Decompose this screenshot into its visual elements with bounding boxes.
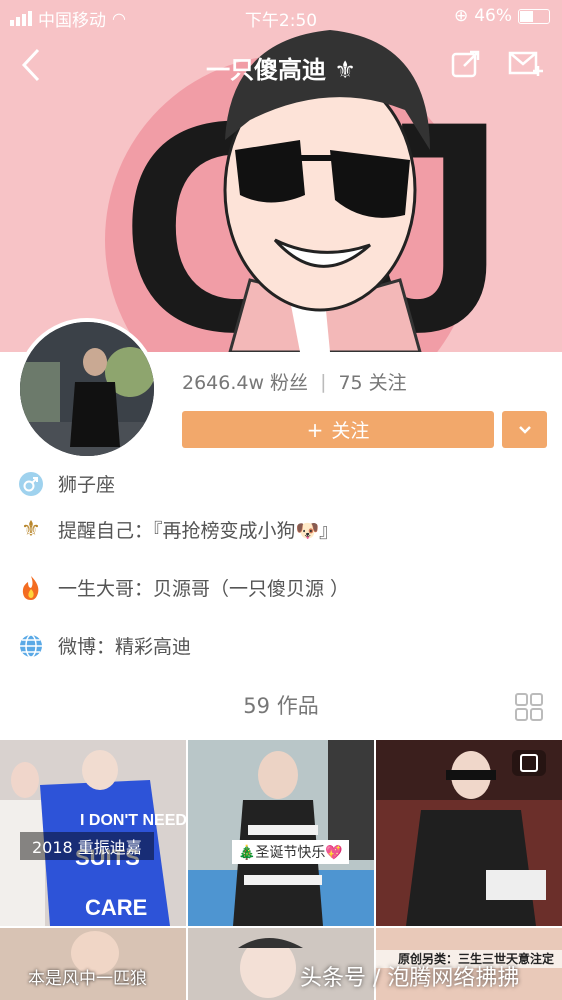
zodiac-label: 狮子座 <box>58 474 116 496</box>
profile-stats: 2646.4w 粉丝 | 75 关注 <box>182 368 407 395</box>
thumbnail-image <box>188 740 374 926</box>
avatar[interactable] <box>16 318 158 460</box>
fire-icon <box>18 575 44 601</box>
bio-line-2: 一生大哥：贝源哥（一只傻贝源 ） <box>18 574 349 601</box>
svg-text:I DON'T NEED: I DON'T NEED <box>80 812 186 829</box>
navigation-bar: 一只傻高迪 ⚜ <box>0 36 562 92</box>
bio-text-1: 提醒自己：『再抢榜变成小狗🐶』 <box>58 520 339 542</box>
share-icon <box>451 50 480 78</box>
video-thumbnail[interactable] <box>376 740 562 926</box>
globe-icon <box>18 633 44 659</box>
grid-view-button[interactable] <box>514 692 544 722</box>
bio-line-1: ⚜ 提醒自己：『再抢榜变成小狗🐶』 <box>18 516 338 543</box>
bio-line-3: 微博：精彩高迪 <box>18 632 191 659</box>
video-caption: 本是风中一匹狼 <box>28 969 147 989</box>
battery-percent: 46% <box>474 6 512 26</box>
video-caption: 2018 重振迪嘉 <box>20 832 154 860</box>
male-gender-icon <box>18 471 44 497</box>
watermark: 头条号 / 泡腾网络拂拂 <box>300 966 520 991</box>
works-count: 59 作品 <box>243 694 319 718</box>
battery-icon <box>518 8 550 24</box>
grid-icon <box>515 693 543 721</box>
plus-icon: + <box>306 417 324 442</box>
lock-rotation-icon: ⊕ <box>453 6 469 26</box>
zodiac-row: 狮子座 <box>18 470 115 497</box>
follow-button[interactable]: + 关注 <box>182 411 494 448</box>
following-count[interactable]: 75 关注 <box>338 368 406 395</box>
share-button[interactable] <box>450 48 482 80</box>
followers-count[interactable]: 2646.4w 粉丝 <box>182 368 308 395</box>
avatar-photo <box>20 322 154 456</box>
fleur-de-lis-icon: ⚜ <box>21 517 41 542</box>
message-button[interactable] <box>508 48 544 80</box>
chevron-down-icon <box>518 425 531 434</box>
recommend-dropdown-button[interactable] <box>502 411 547 448</box>
svg-text:CARE: CARE <box>85 895 147 920</box>
mail-icon <box>508 51 543 76</box>
multi-image-icon <box>512 750 546 776</box>
stats-divider: | <box>320 370 327 393</box>
bio-text-2: 一生大哥：贝源哥（一只傻贝源 ） <box>58 578 350 600</box>
status-bar: 中国移动 ◠ 下午2:50 ⊕ 46% <box>0 0 562 32</box>
video-thumbnail[interactable]: 🎄圣诞节快乐💖 <box>188 740 374 926</box>
bio-text-3: 微博：精彩高迪 <box>58 636 192 658</box>
video-caption: 🎄圣诞节快乐💖 <box>232 840 349 864</box>
video-thumbnail[interactable]: 本是风中一匹狼 <box>0 928 186 1000</box>
follow-button-label: 关注 <box>331 420 370 442</box>
video-thumbnail[interactable]: I DON'T NEED SUITS CARE 2018 重振迪嘉 <box>0 740 186 926</box>
